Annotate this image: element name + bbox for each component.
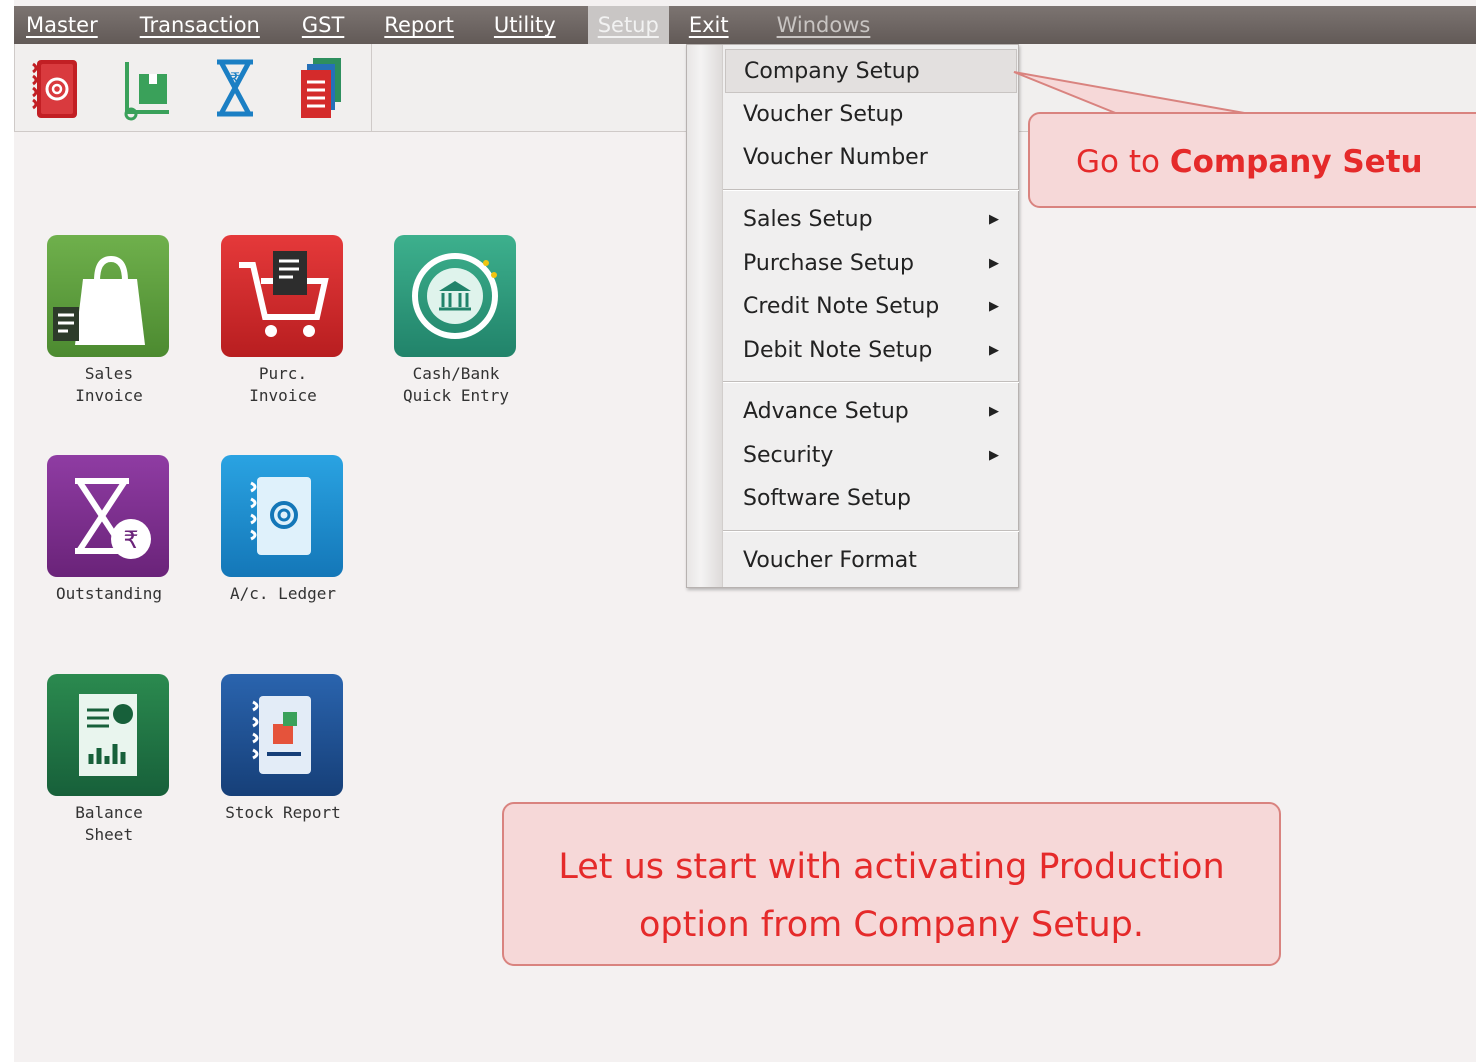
menu-exit[interactable]: Exit	[679, 6, 739, 44]
menu-item-label: Company Setup	[744, 59, 920, 84]
shopping-cart-icon	[221, 235, 343, 357]
submenu-arrow-icon: ▶	[989, 299, 999, 314]
menu-item-voucher-number[interactable]: Voucher Number	[725, 136, 1017, 180]
menu-gst[interactable]: GST	[292, 6, 354, 44]
menu-utility[interactable]: Utility	[484, 6, 566, 44]
address-book-icon	[221, 455, 343, 577]
menu-item-label: Credit Note Setup	[743, 294, 940, 319]
callout-pointer	[1013, 71, 1251, 115]
submenu-arrow-icon: ▶	[989, 212, 999, 227]
balance-sheet-icon	[47, 674, 169, 796]
tile-cash-bank-quick-entry[interactable]: Cash/Bank Quick Entry	[394, 235, 518, 407]
callout-pointer-join	[1092, 114, 1242, 120]
stock-report-icon	[221, 674, 343, 796]
tile-label: Stock Report	[225, 803, 341, 822]
outstanding-hourglass-icon[interactable]: ₹	[207, 52, 263, 124]
menu-setup[interactable]: Setup	[587, 6, 669, 44]
submenu-arrow-icon: ▶	[989, 256, 999, 271]
menu-item-software-setup[interactable]: Software Setup	[725, 477, 1017, 521]
menu-item-label: Voucher Setup	[743, 102, 904, 127]
menu-transaction[interactable]: Transaction	[130, 6, 270, 44]
menu-windows[interactable]: Windows	[767, 6, 881, 44]
menu-item-voucher-setup[interactable]: Voucher Setup	[725, 93, 1017, 137]
tile-stock-report[interactable]: Stock Report	[221, 674, 345, 824]
menu-item-purchase-setup[interactable]: Purchase Setup ▶	[725, 242, 1017, 286]
menu-item-credit-note-setup[interactable]: Credit Note Setup ▶	[725, 285, 1017, 329]
callout-bold-text: Company Setu	[1169, 144, 1423, 180]
tile-label: Outstanding	[56, 584, 162, 603]
menu-item-label: Voucher Format	[743, 548, 917, 573]
menu-item-label: Debit Note Setup	[743, 338, 933, 363]
stock-trolley-icon[interactable]	[119, 52, 175, 124]
tile-label: Purc. Invoice	[249, 364, 317, 405]
callout-text: Go to	[1076, 144, 1170, 180]
setup-dropdown-menu: Company Setup Voucher Setup Voucher Numb…	[686, 44, 1019, 588]
menu-report[interactable]: Report	[374, 6, 464, 44]
menu-item-label: Software Setup	[743, 486, 912, 511]
menu-item-security[interactable]: Security ▶	[725, 434, 1017, 478]
tile-sales-invoice[interactable]: Sales Invoice	[47, 235, 171, 407]
menu-item-label: Advance Setup	[743, 399, 909, 424]
tile-label: Cash/Bank Quick Entry	[403, 364, 509, 405]
menu-item-label: Security	[743, 443, 834, 468]
tile-purc-invoice[interactable]: Purc. Invoice	[221, 235, 345, 407]
menu-item-label: Purchase Setup	[743, 251, 914, 276]
tile-ac-ledger[interactable]: A/c. Ledger	[221, 455, 345, 605]
menu-separator	[723, 381, 1019, 383]
callout-instruction: Let us start with activating Production …	[502, 802, 1281, 966]
bank-icon	[394, 235, 516, 357]
submenu-arrow-icon: ▶	[989, 343, 999, 358]
menu-item-company-setup[interactable]: Company Setup	[725, 49, 1017, 93]
report-pages-icon[interactable]	[291, 52, 347, 124]
menu-separator	[723, 189, 1019, 191]
menu-gutter	[687, 45, 723, 587]
submenu-arrow-icon: ▶	[989, 448, 999, 463]
callout-go-to-company-setup: Go to Company Setu	[1028, 112, 1476, 208]
menu-separator	[723, 530, 1019, 532]
menu-item-label: Voucher Number	[743, 145, 928, 170]
tile-label: Sales Invoice	[75, 364, 143, 405]
menu-item-advance-setup[interactable]: Advance Setup ▶	[725, 390, 1017, 434]
menu-bar: Master Transaction GST Report Utility Se…	[14, 6, 1476, 44]
tile-label: A/c. Ledger	[230, 584, 336, 603]
toolbar-button-group: ₹	[14, 44, 372, 132]
hourglass-rupee-icon: ₹	[47, 455, 169, 577]
tile-balance-sheet[interactable]: Balance Sheet	[47, 674, 171, 846]
tile-outstanding[interactable]: ₹ Outstanding	[47, 455, 171, 605]
menu-item-voucher-format[interactable]: Voucher Format	[725, 539, 1017, 583]
menu-item-sales-setup[interactable]: Sales Setup ▶	[725, 198, 1017, 242]
menu-item-label: Sales Setup	[743, 207, 873, 232]
menu-master[interactable]: Master	[16, 6, 108, 44]
left-margin	[0, 0, 14, 1062]
submenu-arrow-icon: ▶	[989, 404, 999, 419]
ledger-book-icon[interactable]	[27, 52, 83, 124]
tile-label: Balance Sheet	[75, 803, 143, 844]
svg-text:₹: ₹	[123, 526, 138, 554]
menu-item-debit-note-setup[interactable]: Debit Note Setup ▶	[725, 329, 1017, 373]
shopping-bag-icon	[47, 235, 169, 357]
svg-text:₹: ₹	[230, 69, 240, 88]
